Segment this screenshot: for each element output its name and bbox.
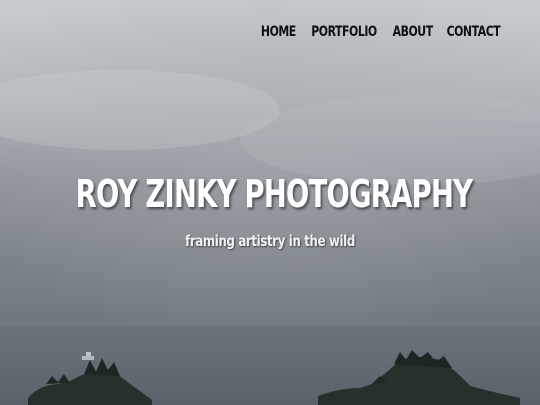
nav-about-link[interactable]: ABOUT (392, 22, 433, 42)
site-title: ROY ZINKY PHOTOGRAPHY (75, 172, 473, 216)
nav-portfolio-link[interactable]: PORTFOLIO (311, 22, 377, 42)
nav-home-link[interactable]: HOME (261, 22, 296, 42)
site-tagline: framing artistry in the wild (185, 232, 355, 250)
main-nav: HOME PORTFOLIO ABOUT CONTACT (261, 22, 502, 42)
nav-contact-link[interactable]: CONTACT (447, 22, 501, 42)
